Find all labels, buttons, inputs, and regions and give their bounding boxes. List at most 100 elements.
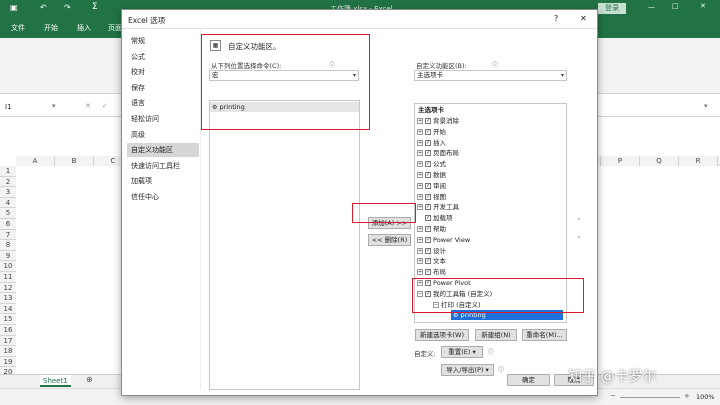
tree-item[interactable]: + ✓ 文本 — [417, 256, 446, 266]
checkbox[interactable]: ✓ — [425, 193, 431, 200]
column-header[interactable]: P — [601, 156, 640, 166]
ok-button[interactable]: 确定 — [507, 374, 550, 386]
zoom-in-icon[interactable]: + — [684, 392, 690, 400]
list-item[interactable]: ⚙ printing — [210, 102, 359, 112]
row-header[interactable]: 4 — [0, 197, 16, 209]
new-tab-button[interactable]: 新建选项卡(W) — [415, 329, 469, 341]
checkbox[interactable]: ✓ — [425, 269, 431, 276]
tab-file[interactable]: 文件 — [11, 23, 25, 33]
expand-icon[interactable]: + — [417, 258, 423, 265]
row-header[interactable]: 14 — [0, 303, 16, 315]
tree-item[interactable]: +✓加载项 — [417, 213, 453, 223]
tree-item[interactable]: + ✓ 开始 — [417, 127, 446, 137]
help-button[interactable]: ? — [554, 14, 558, 23]
nav-item-9[interactable]: 加载项 — [127, 174, 199, 188]
tree-item[interactable]: + ✓ 背景消除 — [417, 116, 459, 126]
tree-item[interactable]: + ✓ 帮助 — [417, 224, 446, 234]
checkbox[interactable]: ✓ — [425, 182, 431, 189]
checkbox[interactable]: ✓ — [425, 236, 431, 243]
maximize-icon[interactable]: □ — [672, 2, 679, 10]
expand-icon[interactable]: + — [417, 269, 423, 276]
tree-item[interactable]: + ✓ Power Pivot — [417, 278, 471, 288]
add-button[interactable]: 添加(A) >> — [368, 217, 411, 229]
expand-icon[interactable]: + — [417, 247, 423, 254]
expand-icon[interactable]: + — [417, 128, 423, 135]
row-header[interactable]: 5 — [0, 208, 16, 219]
collapse-icon[interactable]: − — [417, 290, 423, 297]
remove-button[interactable]: << 删除(R) — [368, 234, 411, 246]
row-header[interactable]: 11 — [0, 272, 16, 283]
import-export-button[interactable]: 导入/导出(P) ▾ — [441, 364, 494, 376]
login-button[interactable]: 登录 — [598, 3, 626, 14]
customize-ribbon-dropdown[interactable]: 主选项卡 ▾ — [414, 70, 567, 81]
row-header[interactable]: 10 — [0, 261, 16, 272]
name-box[interactable]: I1 — [5, 103, 12, 111]
row-header[interactable]: 12 — [0, 282, 16, 294]
nav-item-4[interactable]: 语言 — [127, 96, 199, 110]
row-header[interactable]: 15 — [0, 314, 16, 325]
move-down-icon[interactable]: ˅ — [577, 236, 581, 244]
tree-item[interactable]: + ✓ 视图 — [417, 192, 446, 202]
tree-item-custom-tab[interactable]: − ✓ 我的工具箱 (自定义) — [417, 289, 492, 299]
expand-icon[interactable]: + — [417, 150, 423, 157]
nav-item-7[interactable]: 自定义功能区 — [127, 143, 199, 158]
nav-item-8[interactable]: 快速访问工具栏 — [127, 159, 199, 173]
tree-item[interactable]: + ✓ 插入 — [417, 138, 446, 148]
nav-item-3[interactable]: 保存 — [127, 81, 199, 95]
expand-icon[interactable]: + — [417, 204, 423, 211]
nav-item-10[interactable]: 信任中心 — [127, 190, 199, 204]
row-header[interactable]: 8 — [0, 240, 16, 251]
nav-item-6[interactable]: 高级 — [127, 128, 199, 142]
minimize-icon[interactable]: — — [648, 3, 655, 11]
commands-listbox[interactable]: ⚙ printing — [209, 100, 360, 390]
cancel-icon[interactable]: ✕ — [85, 102, 91, 110]
expand-icon[interactable]: + — [417, 280, 423, 286]
expand-icon[interactable]: + — [417, 226, 423, 232]
enter-icon[interactable]: ✓ — [102, 102, 108, 110]
checkbox[interactable]: ✓ — [425, 258, 431, 265]
tree-item-custom-group[interactable]: − 打印 (自定义) — [433, 300, 481, 310]
row-header[interactable]: 9 — [0, 250, 16, 262]
zoom-out-icon[interactable]: − — [610, 392, 616, 400]
row-header[interactable]: 19 — [0, 356, 16, 368]
collapse-icon[interactable]: − — [433, 301, 439, 308]
checkbox[interactable]: ✓ — [425, 118, 431, 124]
expand-icon[interactable]: + — [417, 236, 423, 243]
row-header[interactable]: 17 — [0, 335, 16, 347]
checkbox[interactable]: ✓ — [425, 280, 431, 286]
nav-item-2[interactable]: 校对 — [127, 65, 199, 79]
checkbox[interactable]: ✓ — [425, 226, 431, 232]
row-header[interactable]: 13 — [0, 293, 16, 304]
tree-item[interactable]: + ✓ 开发工具 — [417, 202, 459, 212]
checkbox[interactable]: ✓ — [425, 290, 431, 297]
nav-item-0[interactable]: 常规 — [127, 34, 199, 48]
reset-button[interactable]: 重置(E) ▾ — [441, 346, 483, 358]
nav-item-5[interactable]: 轻松访问 — [127, 112, 199, 126]
tree-item[interactable]: + ✓ 公式 — [417, 159, 446, 169]
tab-home[interactable]: 开始 — [44, 23, 58, 33]
window-close-icon[interactable]: ✕ — [700, 2, 706, 10]
expand-icon[interactable]: + — [417, 161, 423, 168]
redo-icon[interactable]: ↷ — [64, 3, 71, 12]
rename-button[interactable]: 重命名(M)... — [522, 329, 567, 341]
choose-commands-dropdown[interactable]: 宏 ▾ — [209, 70, 359, 81]
column-header[interactable]: R — [679, 156, 718, 166]
zoom-slider[interactable] — [620, 397, 680, 398]
tree-item[interactable]: + ✓ 页面布局 — [417, 148, 459, 158]
tree-item[interactable]: + ✓ 设计 — [417, 246, 446, 256]
checkbox[interactable]: ✓ — [425, 128, 431, 135]
checkbox[interactable]: ✓ — [425, 215, 431, 222]
tree-item-printing[interactable]: ⚙ printing — [451, 310, 563, 321]
tree-item[interactable]: + ✓ 布局 — [417, 267, 446, 277]
autosum-icon[interactable]: Σ — [92, 2, 98, 12]
sheet-tab-sheet1[interactable]: Sheet1 — [40, 375, 71, 387]
move-up-icon[interactable]: ˄ — [577, 218, 581, 226]
row-header[interactable]: 1 — [0, 166, 16, 177]
row-header[interactable]: 16 — [0, 325, 16, 336]
row-header[interactable]: 6 — [0, 219, 16, 230]
row-header[interactable]: 18 — [0, 346, 16, 357]
row-header[interactable]: 2 — [0, 176, 16, 188]
save-icon[interactable]: ▣ — [10, 3, 18, 12]
tree-item[interactable]: + ✓ Power View — [417, 235, 470, 245]
checkbox[interactable]: ✓ — [425, 139, 431, 146]
